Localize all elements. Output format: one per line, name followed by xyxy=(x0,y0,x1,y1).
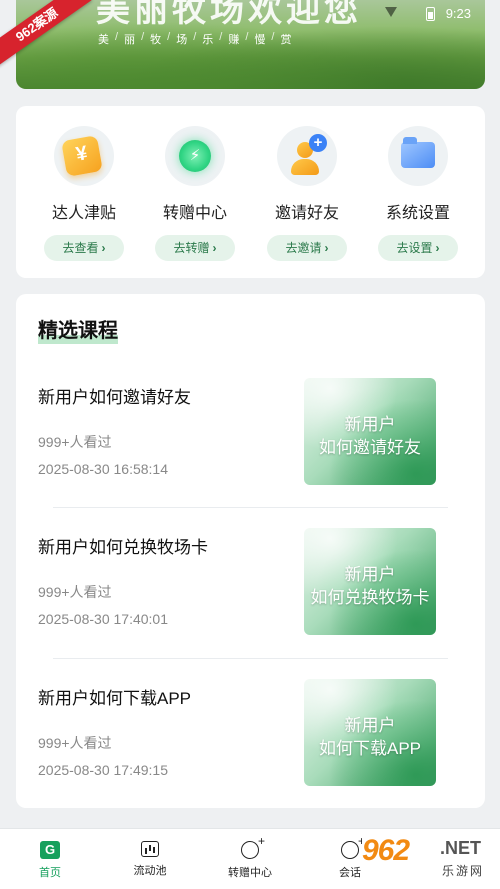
chat-plus-icon xyxy=(241,834,265,859)
chat-icon xyxy=(341,834,365,859)
transfer-button[interactable]: 去转赠 › xyxy=(155,235,235,261)
chevron-right-icon: › xyxy=(212,241,217,255)
chevron-right-icon: › xyxy=(101,241,106,255)
folder-icon xyxy=(388,126,448,186)
quick-item-label: 系统设置 xyxy=(385,205,450,222)
quick-item-label: 转赠中心 xyxy=(162,205,227,222)
divider xyxy=(53,507,448,508)
settings-button[interactable]: 去设置 › xyxy=(378,235,458,261)
lightning-icon xyxy=(165,126,225,186)
nav-home[interactable]: 首页 xyxy=(0,829,100,880)
nav-pool[interactable]: 流动池 xyxy=(100,829,200,878)
course-thumbnail: 新用户 如何下载APP xyxy=(304,679,436,786)
battery-icon xyxy=(426,7,435,21)
nav-label: 转赠中心 xyxy=(228,867,272,879)
course-title: 新用户如何下载APP xyxy=(38,689,192,708)
invite-button[interactable]: 去邀请 › xyxy=(267,235,347,261)
chart-icon xyxy=(141,841,159,857)
site-logo-watermark: 962 .NET 乐游网 xyxy=(362,834,496,884)
course-date: 2025-08-30 17:49:15 xyxy=(38,762,168,778)
course-views: 999+人看过 xyxy=(38,735,112,751)
nav-label: 流动池 xyxy=(133,865,167,877)
course-date: 2025-08-30 16:58:14 xyxy=(38,461,168,477)
course-views: 999+人看过 xyxy=(38,584,112,600)
nav-transfer[interactable]: 转赠中心 xyxy=(200,829,300,880)
divider xyxy=(53,658,448,659)
chevron-right-icon: › xyxy=(324,241,329,255)
quick-actions-card: 达人津贴 去查看› 转赠中心 去转赠› + 邀请好友 去邀请› 系统设置 去设置… xyxy=(16,106,485,278)
quick-item-label: 邀请好友 xyxy=(274,205,339,222)
course-thumbnail: 新用户 如何邀请好友 xyxy=(304,378,436,485)
banner-subtitle: 美 / 丽 / 牧 / 场 / 乐 / 赚 / 慢 / 赏 xyxy=(98,31,293,46)
add-user-icon: + xyxy=(277,126,337,186)
course-item[interactable]: 新用户如何邀请好友 999+人看过 2025-08-30 16:58:14 新用… xyxy=(38,378,463,486)
home-icon xyxy=(40,841,60,859)
quick-item-label: 达人津贴 xyxy=(51,205,116,222)
coin-bag-icon xyxy=(54,126,114,186)
view-allowance-button[interactable]: 去查看 › xyxy=(44,235,124,261)
status-time: 9:23 xyxy=(445,6,471,21)
course-views: 999+人看过 xyxy=(38,434,112,450)
course-title: 新用户如何兑换牧场卡 xyxy=(38,538,208,557)
featured-courses-section: 精选课程 新用户如何邀请好友 999+人看过 2025-08-30 16:58:… xyxy=(16,294,485,808)
quick-item-settings[interactable]: 系统设置 去设置 › xyxy=(362,106,474,261)
course-item[interactable]: 新用户如何兑换牧场卡 999+人看过 2025-08-30 17:40:01 新… xyxy=(38,528,463,636)
course-thumbnail: 新用户 如何兑换牧场卡 xyxy=(304,528,436,635)
top-banner[interactable]: 美丽牧场欢迎您 美 / 丽 / 牧 / 场 / 乐 / 赚 / 慢 / 赏 9:23 xyxy=(16,0,485,89)
quick-item-invite[interactable]: + 邀请好友 去邀请 › xyxy=(251,106,363,261)
banner-title: 美丽牧场欢迎您 xyxy=(96,0,362,30)
course-title: 新用户如何邀请好友 xyxy=(38,388,191,407)
signal-icon xyxy=(385,7,397,17)
nav-label: 首页 xyxy=(39,867,61,879)
section-title: 精选课程 xyxy=(38,314,118,344)
course-item[interactable]: 新用户如何下载APP 999+人看过 2025-08-30 17:49:15 新… xyxy=(38,679,463,787)
quick-item-transfer[interactable]: 转赠中心 去转赠› xyxy=(139,106,251,261)
quick-item-allowance[interactable]: 达人津贴 去查看› xyxy=(28,106,140,261)
chevron-right-icon: › xyxy=(435,241,440,255)
course-date: 2025-08-30 17:40:01 xyxy=(38,611,168,627)
